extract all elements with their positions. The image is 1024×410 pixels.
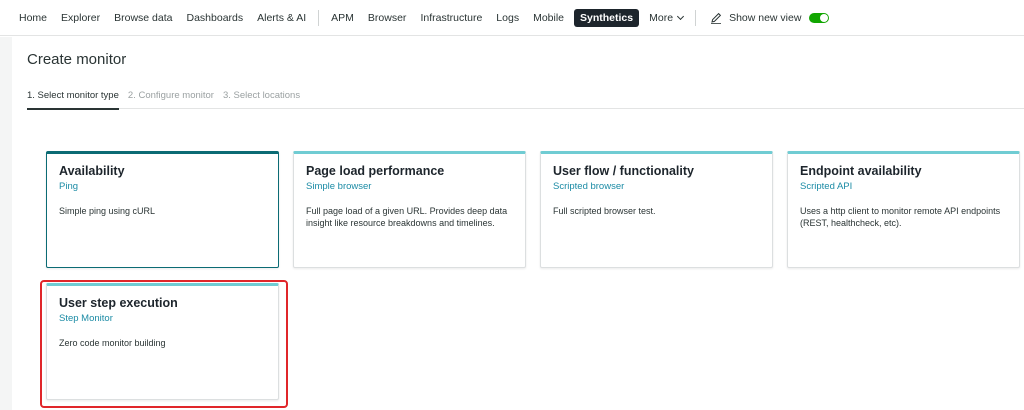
show-new-view-control[interactable]: Show new view: [729, 9, 830, 27]
card-subtitle: Scripted browser: [553, 181, 625, 192]
nav-more-label: More: [649, 11, 674, 24]
nav-explorer[interactable]: Explorer: [54, 9, 107, 27]
nav-apm[interactable]: APM: [324, 9, 361, 27]
nav-synthetics[interactable]: Synthetics: [574, 8, 640, 27]
step-select-monitor-type[interactable]: 1. Select monitor type: [27, 89, 119, 110]
step-configure-monitor[interactable]: 2. Configure monitor: [128, 89, 214, 109]
nav-divider: [318, 9, 320, 26]
card-user-flow[interactable]: User flow / functionality Scripted brows…: [540, 151, 773, 268]
nav-dashboards[interactable]: Dashboards: [180, 9, 251, 27]
step-select-locations[interactable]: 3. Select locations: [223, 89, 300, 109]
card-description: Full page load of a given URL. Provides …: [306, 206, 508, 228]
wizard-steps: 1. Select monitor type 2. Configure moni…: [27, 89, 1024, 110]
card-description: Uses a http client to monitor remote API…: [800, 206, 1001, 228]
page-title: Create monitor: [27, 51, 127, 68]
card-title: Availability: [59, 164, 125, 178]
card-title: Page load performance: [306, 164, 445, 178]
card-subtitle: Scripted API: [800, 181, 853, 192]
card-subtitle: Ping: [59, 181, 79, 192]
nav-more-menu[interactable]: More: [642, 9, 690, 27]
nav-logs[interactable]: Logs: [489, 9, 526, 27]
nav-divider: [695, 9, 697, 26]
nav-infrastructure[interactable]: Infrastructure: [413, 9, 489, 27]
chevron-down-icon: [677, 12, 685, 20]
card-description: Zero code monitor building: [59, 338, 166, 348]
card-subtitle: Step Monitor: [59, 313, 113, 324]
card-title: User step execution: [59, 296, 178, 310]
nav-home[interactable]: Home: [12, 9, 54, 27]
card-title: Endpoint availability: [800, 164, 922, 178]
nav-alerts-ai[interactable]: Alerts & AI: [250, 9, 313, 27]
card-page-load-performance[interactable]: Page load performance Simple browser Ful…: [293, 151, 526, 268]
card-title: User flow / functionality: [553, 164, 694, 178]
nav-mobile[interactable]: Mobile: [526, 9, 571, 27]
card-user-step-execution[interactable]: User step execution Step Monitor Zero co…: [46, 283, 279, 400]
nav-browser[interactable]: Browser: [361, 9, 414, 27]
left-gutter: [0, 37, 12, 410]
top-navigation: Home Explorer Browse data Dashboards Ale…: [0, 0, 1024, 36]
card-subtitle: Simple browser: [306, 181, 372, 192]
card-availability[interactable]: Availability Ping Simple ping using cURL: [46, 151, 279, 268]
show-new-view-label: Show new view: [729, 11, 802, 24]
nav-browse-data[interactable]: Browse data: [107, 9, 179, 27]
card-description: Simple ping using cURL: [59, 206, 156, 216]
show-new-view-toggle[interactable]: [809, 12, 830, 23]
pencil-icon[interactable]: [709, 11, 723, 25]
card-endpoint-availability[interactable]: Endpoint availability Scripted API Uses …: [787, 151, 1020, 268]
card-description: Full scripted browser test.: [553, 206, 656, 216]
